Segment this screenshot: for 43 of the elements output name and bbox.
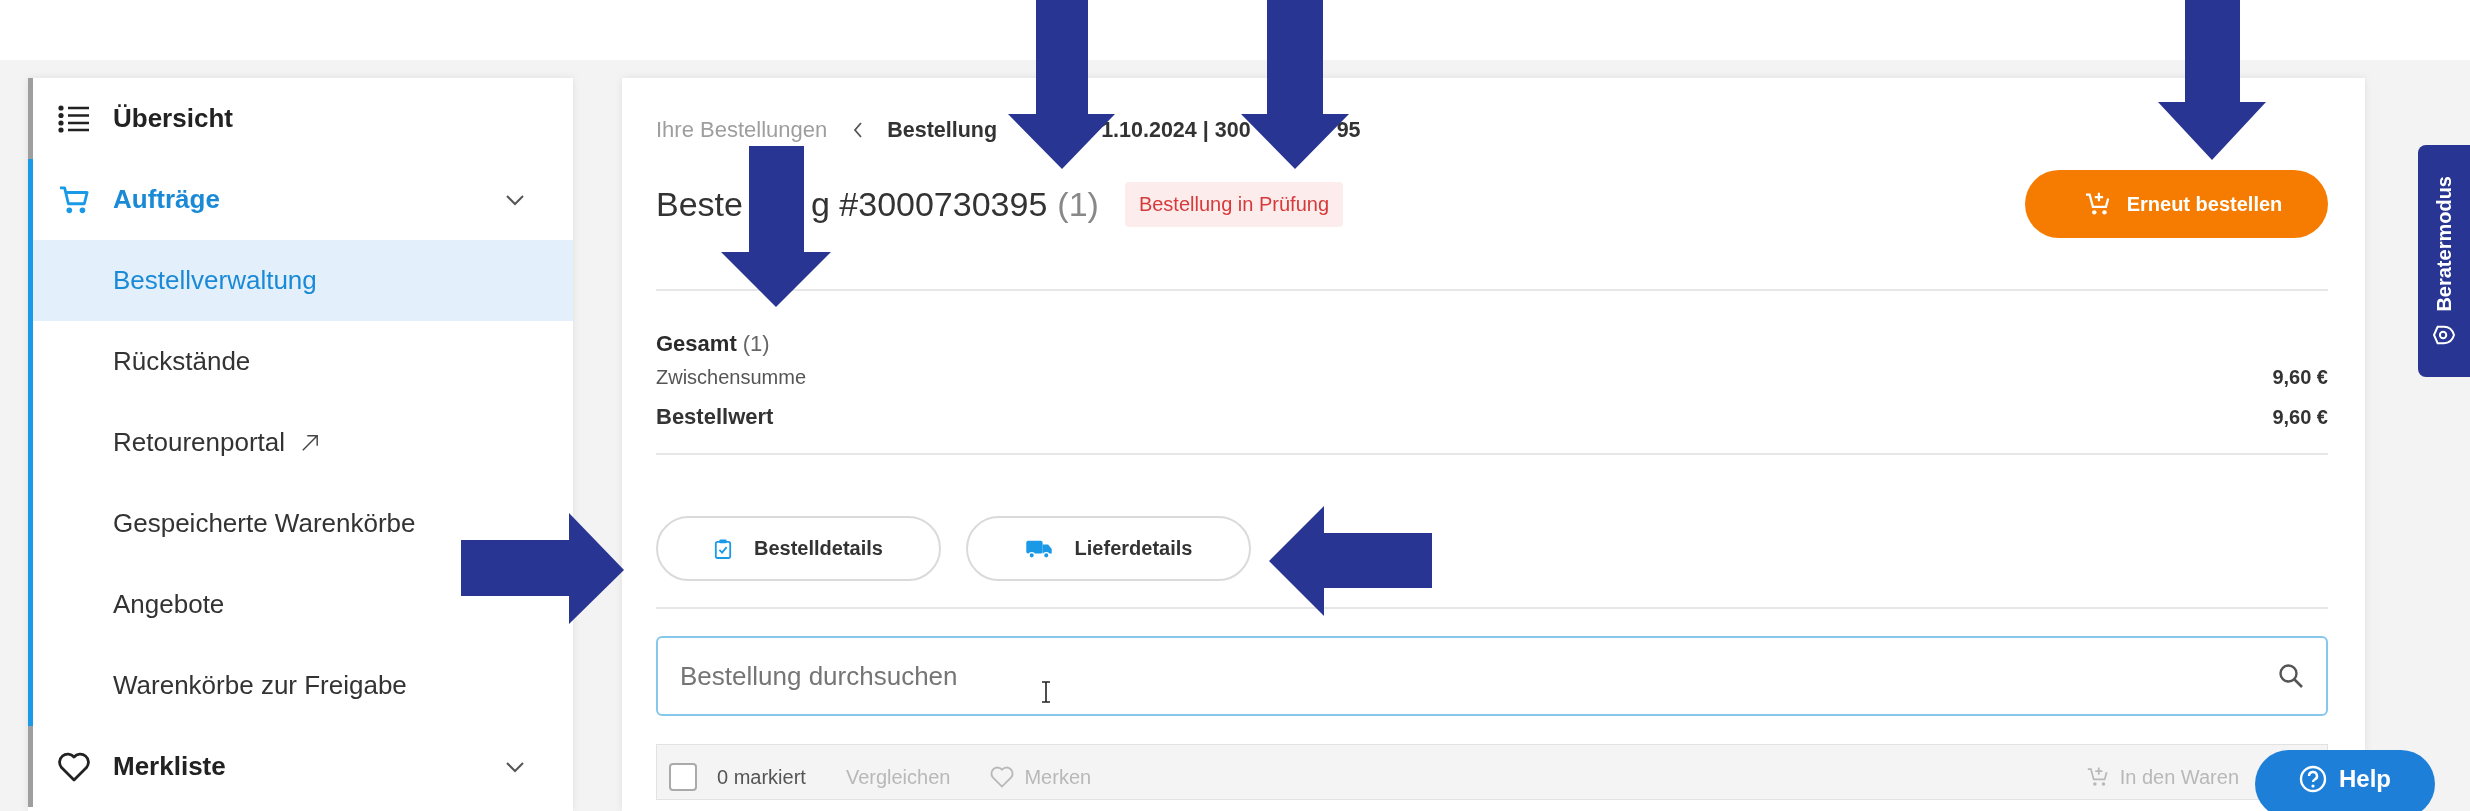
cart-plus-icon (2084, 191, 2111, 217)
item-count: (1) (1057, 184, 1099, 224)
shield-icon (2433, 324, 2455, 345)
selection-count: 0 markiert (717, 765, 806, 789)
heart-icon (58, 751, 90, 782)
help-button[interactable]: Help (2255, 750, 2435, 811)
list-icon (58, 103, 90, 134)
sidebar-item[interactable]: Übersicht (33, 78, 573, 159)
details-button[interactable]: Lieferdetails (966, 516, 1251, 581)
breadcrumb-current: Bestellung (887, 117, 998, 143)
order-title: g #3000730395 (810, 184, 1048, 224)
summary-label: Bestellwert (656, 404, 774, 430)
summary-label: Zwischensumme (656, 365, 807, 389)
search-field[interactable]: Bestellung durchsuchen (656, 636, 2328, 716)
chevron-left-icon (853, 122, 864, 138)
order-title: Beste (656, 184, 743, 224)
text-cursor-icon (1040, 681, 1052, 703)
question-icon (2299, 764, 2327, 793)
select-all-checkbox[interactable] (669, 763, 697, 791)
sidebar-item[interactable]: Angebote (33, 564, 573, 645)
cart-plus-icon (2085, 766, 2110, 788)
heart-icon (990, 766, 1015, 788)
sidebar-item[interactable]: Gespeicherte Warenkörbe (33, 483, 573, 564)
advisor-mode-tab[interactable]: Beratermodus (2418, 145, 2470, 377)
sidebar-item[interactable]: Warenkörbe zur Freigabe (33, 645, 573, 726)
sidebar-item[interactable]: Merkliste (33, 726, 573, 807)
cart-icon (58, 184, 90, 215)
sidebar-item[interactable]: Rückstände (33, 321, 573, 402)
summary-heading: Gesamt (656, 331, 737, 356)
summary-value: 9,60 € (2272, 405, 2328, 429)
sidebar-item[interactable]: Aufträge (33, 159, 573, 240)
breadcrumb-current: 1.10.2024 | 300 (1101, 117, 1251, 143)
clipboard-check-icon (714, 537, 732, 560)
chevron-icon (505, 193, 525, 206)
summary-value: 9,60 € (2272, 365, 2328, 389)
breadcrumb-current: 95 (1336, 117, 1361, 143)
item-count: (1) (742, 331, 770, 356)
truck-icon (1024, 538, 1053, 559)
search-icon (2278, 663, 2304, 689)
chevron-icon (505, 760, 525, 773)
details-button[interactable]: Bestelldetails (656, 516, 941, 581)
sidebar-item[interactable]: Retourenportal (33, 402, 573, 483)
status-badge: Bestellung in Prüfung (1124, 181, 1343, 227)
